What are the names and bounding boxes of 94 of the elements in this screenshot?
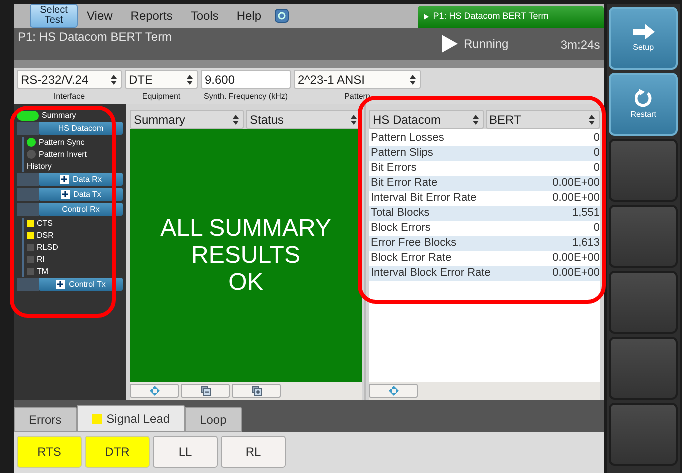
soft-key[interactable]: [609, 337, 678, 400]
section-button[interactable]: Data Tx: [39, 188, 123, 201]
summary-message: OK: [228, 269, 264, 296]
test-title: P1: HS Datacom BERT Term: [18, 29, 172, 46]
section-button[interactable]: HS Datacom: [39, 122, 123, 135]
move-button[interactable]: [130, 384, 179, 398]
indicator-label: RLSD: [37, 242, 58, 254]
triangle-icon: [424, 14, 430, 20]
field-label: Equipment: [142, 91, 181, 103]
result-label: Total Blocks: [371, 206, 430, 221]
indicator-label: TM: [37, 266, 49, 278]
result-label: Interval Bit Error Rate: [371, 191, 477, 206]
lead-button[interactable]: LL: [153, 436, 218, 468]
collapse-icon: [200, 386, 210, 396]
expand-icon: [252, 386, 262, 396]
menu-item[interactable]: View: [78, 4, 122, 28]
updown-icon: [409, 74, 417, 84]
tab[interactable]: Loop: [185, 407, 242, 432]
dropdown[interactable]: HS Datacom: [369, 110, 484, 129]
updown-icon: [472, 114, 480, 124]
result-value: 0.00E+00: [552, 176, 600, 191]
soft-key[interactable]: [609, 205, 678, 268]
lead-button[interactable]: DTR: [85, 436, 150, 468]
elapsed-time: 3m:24s: [560, 37, 600, 54]
result-value: 0.00E+00: [552, 266, 600, 281]
indicator-label: CTS: [37, 218, 53, 230]
summary-message: RESULTS: [190, 242, 302, 269]
tab[interactable]: Errors: [14, 407, 77, 432]
field-label: Pattern: [344, 91, 370, 103]
result-label: Block Errors: [371, 221, 431, 236]
tab[interactable]: Signal Lead: [76, 405, 186, 432]
result-value: 0: [594, 161, 600, 176]
soft-key[interactable]: [609, 271, 678, 334]
updown-icon: [186, 74, 194, 84]
indicator-label: Pattern Sync: [39, 136, 85, 148]
result-label: Pattern Slips: [371, 146, 434, 161]
result-value: 1,551: [572, 206, 600, 221]
section-button[interactable]: Control Rx: [39, 203, 123, 216]
updown-icon: [588, 114, 596, 124]
arrow-icon: [632, 24, 655, 40]
play-icon: [442, 35, 458, 53]
indicator-label: History: [27, 160, 52, 172]
plus-icon: [56, 280, 66, 289]
updown-icon: [350, 114, 358, 124]
result-value: 1,613: [572, 236, 600, 251]
result-label: Error Free Blocks: [371, 236, 457, 251]
indicator-label: RI: [37, 254, 45, 266]
soft-key[interactable]: [609, 139, 678, 202]
move-icon: [150, 386, 160, 396]
port-tab[interactable]: P1: HS Datacom BERT Term: [418, 6, 604, 28]
updown-icon: [110, 74, 118, 84]
menu-item[interactable]: Help: [228, 4, 271, 28]
indicator-label: DSR: [37, 230, 54, 242]
updown-icon: [232, 114, 240, 124]
result-label: Bit Error Rate: [371, 176, 438, 191]
select-test-button[interactable]: Select Test: [30, 4, 78, 28]
result-value: 0: [594, 221, 600, 236]
indicator-label: Pattern Invert: [39, 148, 88, 160]
menu-item[interactable]: Tools: [182, 4, 228, 28]
collapse-button[interactable]: [181, 384, 230, 398]
result-value: 0.00E+00: [552, 191, 600, 206]
section-button[interactable]: Control Tx: [39, 278, 123, 291]
lead-button[interactable]: RTS: [17, 436, 82, 468]
plus-icon: [60, 175, 70, 184]
dropdown[interactable]: BERT: [486, 110, 600, 129]
result-label: Interval Block Error Rate: [371, 266, 491, 281]
section-button[interactable]: Data Rx: [39, 173, 123, 186]
move-button[interactable]: [369, 384, 418, 398]
run-status: Running: [464, 36, 509, 53]
result-value: 0: [594, 146, 600, 161]
result-label: Block Error Rate: [371, 251, 452, 266]
field-label: Interface: [54, 91, 86, 103]
lead-button[interactable]: RL: [221, 436, 286, 468]
indicator-label: Summary: [42, 110, 76, 122]
dropdown[interactable]: Summary: [130, 110, 244, 129]
setup-button[interactable]: Setup: [609, 7, 678, 70]
expand-button[interactable]: [232, 384, 281, 398]
soft-key[interactable]: [609, 403, 678, 466]
dropdown[interactable]: DTE: [125, 70, 198, 89]
dropdown[interactable]: RS-232/V.24: [17, 70, 122, 89]
field-label: Synth. Frequency (kHz): [204, 91, 288, 103]
menu-item[interactable]: Reports: [122, 4, 182, 28]
plus-icon: [60, 190, 70, 199]
result-label: Bit Errors: [371, 161, 417, 176]
result-value: 0.00E+00: [552, 251, 600, 266]
restart-icon: [634, 88, 653, 106]
dropdown[interactable]: 2^23-1 ANSI: [294, 70, 421, 89]
move-icon: [388, 386, 398, 396]
result-label: Pattern Losses: [371, 131, 444, 146]
restart-button[interactable]: Restart: [609, 73, 678, 136]
frequency-field[interactable]: 9.600: [201, 70, 291, 89]
summary-message: ALL SUMMARY: [160, 215, 332, 242]
help-icon: [274, 9, 289, 23]
result-value: 0: [594, 131, 600, 146]
